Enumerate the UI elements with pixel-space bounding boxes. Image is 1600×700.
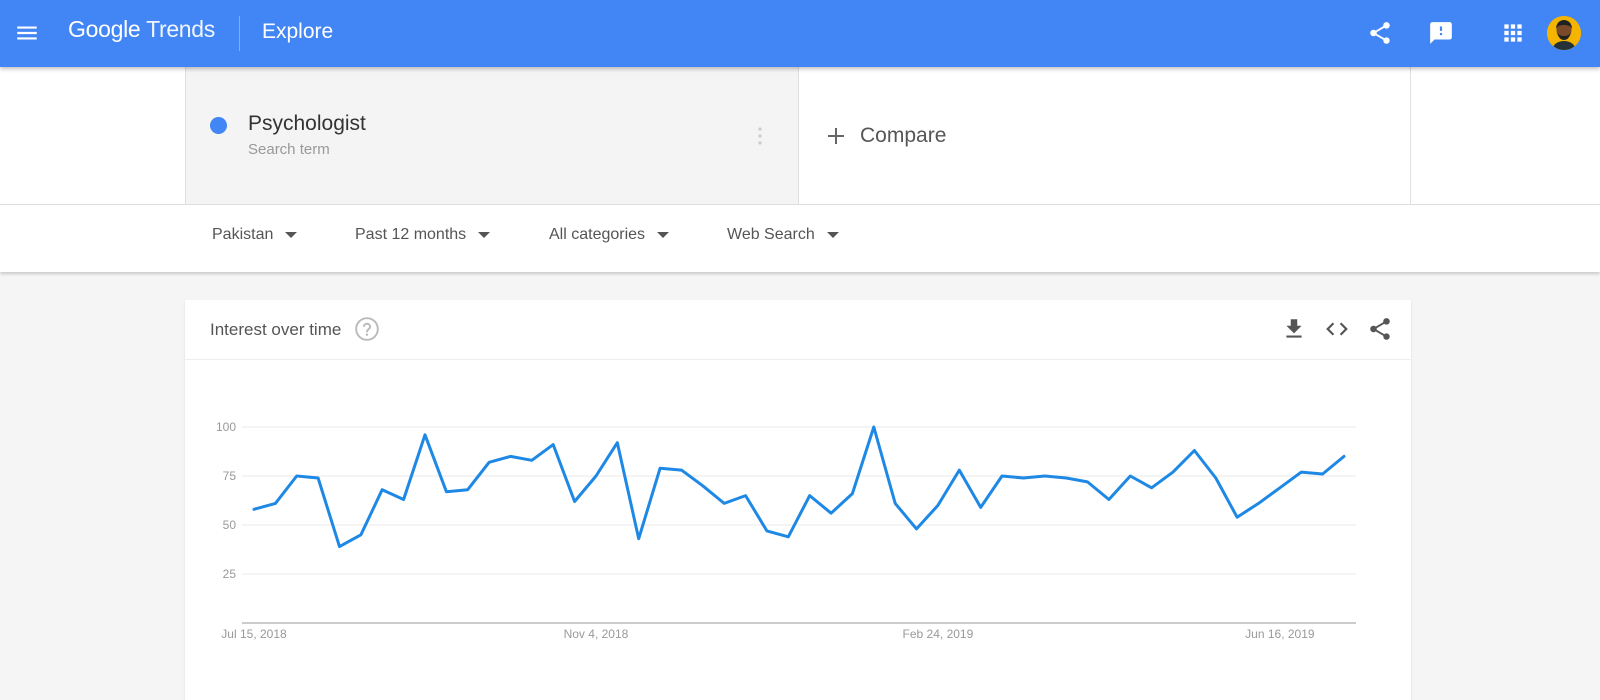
y-tick-label: 25 <box>223 567 237 581</box>
x-tick-label: Feb 24, 2019 <box>903 627 974 641</box>
search-term-name[interactable]: Psychologist <box>248 112 366 136</box>
more-vert-icon[interactable] <box>756 124 764 148</box>
plus-icon <box>828 128 844 144</box>
compare-label: Compare <box>860 124 947 147</box>
top-app-bar: Google Trends Explore <box>0 0 1600 67</box>
search-term-bar: Psychologist Search term Compare <box>0 67 1600 205</box>
menu-icon[interactable] <box>14 20 40 46</box>
interest-over-time-card: Interest over time 25 50 75 100 Jul 15, 2018… <box>185 300 1411 700</box>
y-tick-label: 75 <box>223 469 237 483</box>
region-filter-label: Pakistan <box>212 226 274 243</box>
compare-button[interactable]: Compare <box>826 121 946 151</box>
dropdown-arrow-icon <box>657 232 670 238</box>
time-filter-label: Past 12 months <box>355 226 467 243</box>
series-line-psychologist <box>252 425 1346 549</box>
search-type-filter-label: Web Search <box>727 226 815 243</box>
category-filter-label: All categories <box>549 226 646 243</box>
category-filter-dropdown[interactable]: All categories <box>549 226 670 244</box>
share-icon[interactable] <box>1367 20 1393 46</box>
interest-line-chart: 25 50 75 100 Jul 15, 2018 Nov 4, 2018 Feb 24, … <box>216 420 1356 641</box>
dropdown-arrow-icon <box>478 232 491 238</box>
dropdown-arrow-icon <box>285 232 298 238</box>
apps-grid-icon[interactable] <box>1500 20 1526 46</box>
account-avatar[interactable] <box>1547 16 1581 50</box>
logo-google: Google <box>68 16 141 42</box>
y-tick-label: 100 <box>216 420 236 434</box>
search-term-card[interactable]: Psychologist Search term <box>185 67 799 204</box>
filter-bar: Pakistan Past 12 months All categories W… <box>0 205 1600 272</box>
search-type-filter-dropdown[interactable]: Web Search <box>727 226 839 244</box>
term-color-dot <box>210 117 227 134</box>
region-filter-dropdown[interactable]: Pakistan <box>212 226 298 244</box>
dropdown-arrow-icon <box>826 232 839 238</box>
time-filter-dropdown[interactable]: Past 12 months <box>355 226 491 244</box>
y-tick-label: 50 <box>223 518 237 532</box>
search-term-type: Search term <box>248 141 330 158</box>
header-divider <box>239 16 240 51</box>
x-tick-label: Jun 16, 2019 <box>1245 627 1315 641</box>
page-title: Explore <box>262 20 334 43</box>
feedback-icon[interactable] <box>1428 20 1454 46</box>
x-tick-label: Nov 4, 2018 <box>564 627 629 641</box>
google-trends-logo[interactable]: Google Trends <box>68 16 215 43</box>
logo-trends: Trends <box>146 16 215 42</box>
term-row-divider <box>1410 67 1411 204</box>
user-avatar-icon <box>1547 16 1581 50</box>
x-tick-label: Jul 15, 2018 <box>221 627 287 641</box>
